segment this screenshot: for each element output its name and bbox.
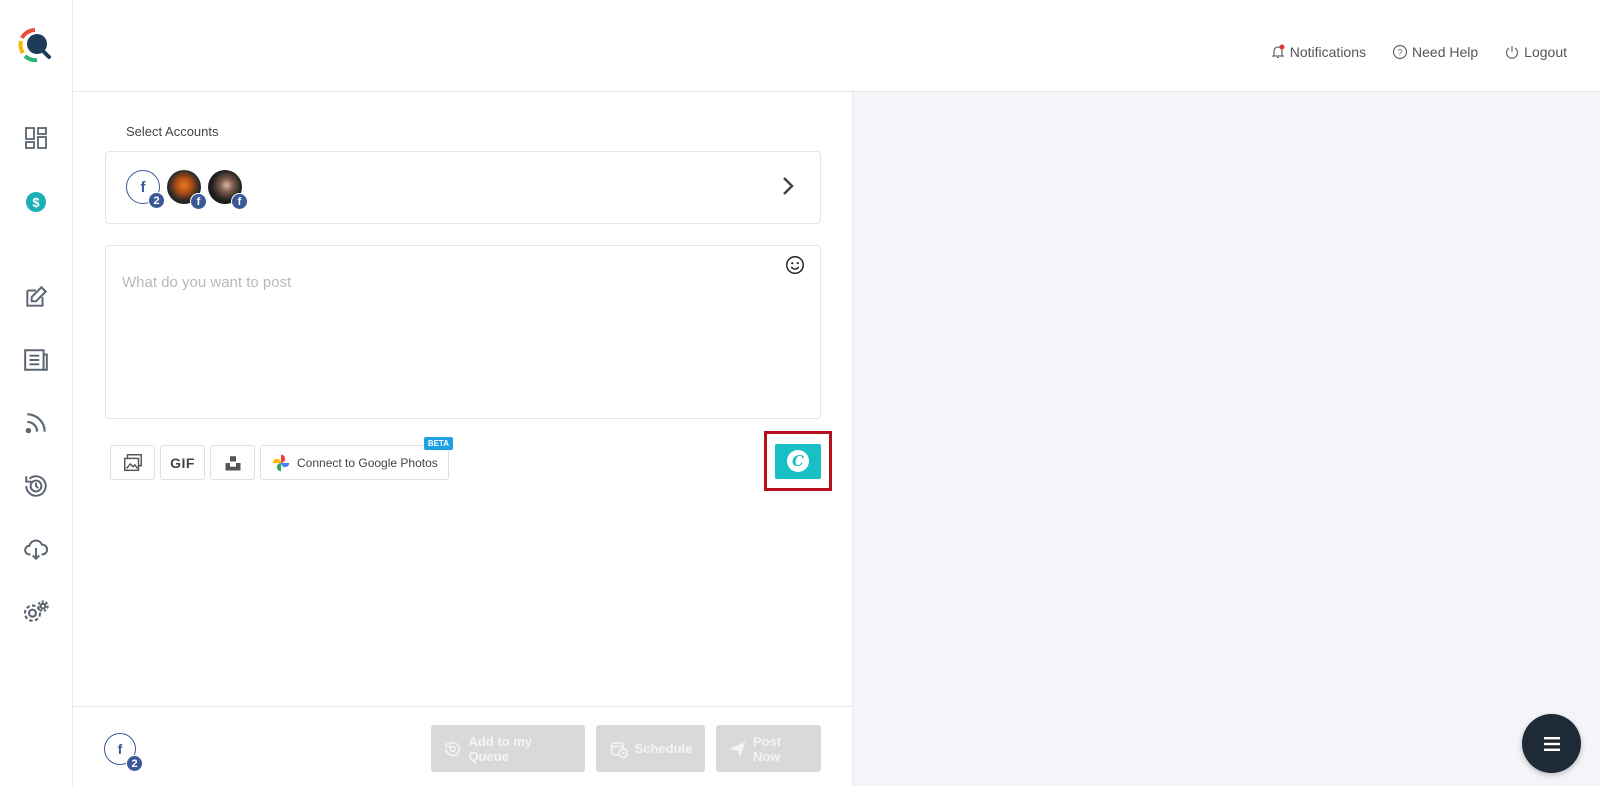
unsplash-button[interactable]: [210, 445, 255, 480]
post-textarea[interactable]: [122, 274, 762, 394]
history-clock-icon[interactable]: [22, 472, 50, 500]
edit-icon[interactable]: [22, 283, 50, 311]
account-avatar[interactable]: f: [208, 170, 248, 210]
facebook-icon: f: [231, 193, 248, 210]
need-help-label: Need Help: [1412, 44, 1479, 60]
schedule-button[interactable]: Schedule: [596, 725, 705, 772]
logout-link[interactable]: Logout: [1504, 44, 1567, 60]
calendar-clock-icon: [610, 741, 628, 758]
queue-icon: [445, 741, 460, 756]
notifications-link[interactable]: Notifications: [1270, 44, 1366, 60]
rss-feed-icon[interactable]: [22, 409, 50, 437]
notifications-label: Notifications: [1289, 44, 1367, 60]
dashboard-grid-icon[interactable]: [22, 124, 50, 152]
preview-panel: [853, 92, 1600, 786]
select-accounts-label: Select Accounts: [126, 124, 219, 139]
power-icon: [1506, 46, 1519, 59]
cloud-download-icon[interactable]: [22, 535, 50, 563]
facebook-group-avatar[interactable]: f 2: [126, 170, 165, 209]
top-header: Notifications ? Need Help Logout: [73, 0, 1600, 92]
canva-button[interactable]: C: [775, 443, 821, 479]
svg-text:$: $: [32, 195, 40, 210]
help-circle-icon: ?: [1392, 44, 1408, 60]
beta-badge: BETA: [423, 437, 453, 450]
media-toolbar: GIF Connect to Google Photos BETA: [110, 437, 453, 480]
logout-label: Logout: [1524, 44, 1567, 60]
svg-text:?: ?: [1398, 48, 1403, 58]
google-photos-icon: [272, 454, 290, 471]
dollar-badge-icon[interactable]: $: [22, 188, 50, 216]
app-logo[interactable]: [17, 27, 53, 63]
send-icon: [729, 741, 746, 757]
compose-footer: f 2 Add to my Queue Schedule Post Now: [73, 706, 853, 786]
emoji-icon[interactable]: [784, 254, 806, 276]
sidebar: $: [0, 0, 73, 786]
post-actions: Add to my Queue Schedule Post Now: [431, 725, 821, 772]
canva-icon: C: [787, 450, 809, 472]
bell-icon: [1271, 44, 1285, 59]
selected-account-avatar[interactable]: f 2: [104, 733, 143, 772]
post-editor: [105, 245, 821, 419]
facebook-icon: f: [190, 193, 207, 210]
post-now-label: Post Now: [752, 733, 782, 764]
compose-panel: Select Accounts f 2 f f GIF: [73, 92, 853, 786]
menu-fab-button[interactable]: [1522, 714, 1581, 773]
header-links: Notifications ? Need Help Logout: [1270, 44, 1567, 60]
gears-icon[interactable]: [22, 598, 50, 626]
add-to-queue-label: Add to my Queue: [468, 733, 532, 764]
unsplash-icon: [225, 455, 240, 470]
account-selector[interactable]: f 2 f f: [105, 151, 821, 224]
chevron-right-icon[interactable]: [776, 174, 800, 198]
account-avatar[interactable]: f: [167, 170, 207, 210]
schedule-label: Schedule: [634, 741, 693, 756]
gif-button[interactable]: GIF: [160, 445, 205, 480]
hamburger-icon: [1543, 736, 1560, 751]
google-photos-label: Connect to Google Photos: [297, 455, 438, 470]
connect-google-photos-button[interactable]: Connect to Google Photos BETA: [260, 437, 453, 480]
account-count-badge: 2: [148, 192, 165, 209]
selected-count-badge: 2: [126, 755, 143, 772]
post-now-button[interactable]: Post Now: [716, 725, 821, 772]
add-image-button[interactable]: [110, 445, 155, 480]
image-gallery-icon: [123, 453, 142, 471]
news-list-icon[interactable]: [22, 346, 50, 374]
add-to-queue-button[interactable]: Add to my Queue: [431, 725, 585, 772]
need-help-link[interactable]: ? Need Help: [1392, 44, 1478, 60]
canva-highlight: C: [764, 431, 832, 491]
